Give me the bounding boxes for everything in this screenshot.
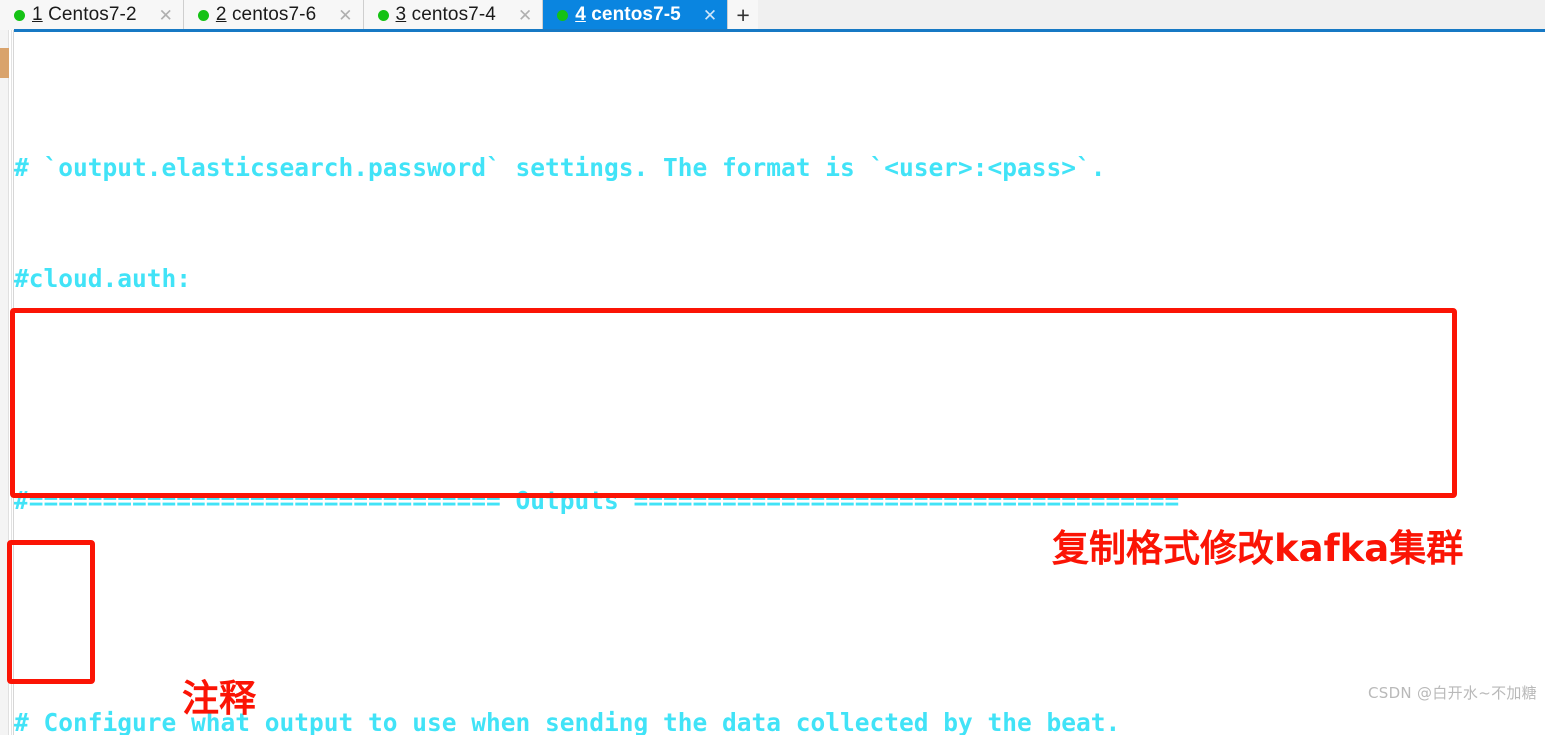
tab-bar: 1 Centos7-2 ✕ 2 centos7-6 ✕ 3 centos7-4 … (0, 0, 1545, 30)
tab-bar-filler (758, 0, 1545, 30)
terminal-window: 1 Centos7-2 ✕ 2 centos7-6 ✕ 3 centos7-4 … (0, 0, 1545, 735)
line-text: # Configure what output to use when send… (14, 708, 1121, 735)
tab-centos7-5[interactable]: 4 centos7-5 ✕ (543, 0, 729, 30)
annotation-label-comment: 注释 (182, 677, 256, 720)
connection-status-dot (557, 9, 569, 21)
tab-centos7-6[interactable]: 2 centos7-6 ✕ (183, 0, 364, 30)
vertical-scrollbar[interactable] (0, 30, 9, 735)
terminal-output[interactable]: # `output.elasticsearch.password` settin… (14, 32, 1545, 735)
line-text: #cloud.auth: (14, 264, 192, 293)
close-icon[interactable]: ✕ (155, 7, 177, 24)
tab-label: 3 centos7-4 (396, 4, 496, 26)
connection-status-dot (14, 9, 25, 21)
connection-status-dot (377, 9, 389, 21)
left-gutter (0, 30, 14, 735)
new-tab-button[interactable]: + (728, 0, 759, 30)
tab-title: Centos7-2 (48, 4, 137, 25)
gutter-divider (11, 30, 12, 735)
tab-index: 1 (32, 4, 43, 25)
tab-label: 1 Centos7-2 (32, 4, 137, 26)
tab-title: centos7-4 (411, 4, 496, 25)
tab-title: centos7-5 (591, 4, 681, 25)
line-text: #================================ Output… (14, 486, 1180, 515)
close-icon[interactable]: ✕ (514, 7, 536, 24)
tab-index: 4 (575, 4, 586, 25)
tab-centos7-2[interactable]: 1 Centos7-2 ✕ (0, 0, 184, 30)
connection-status-dot (197, 9, 209, 21)
tab-centos7-4[interactable]: 3 centos7-4 ✕ (363, 0, 544, 30)
tab-title: centos7-6 (231, 4, 317, 25)
tab-label: 2 centos7-6 (216, 4, 316, 26)
close-icon[interactable]: ✕ (699, 7, 721, 24)
scrollbar-thumb[interactable] (0, 48, 9, 78)
tab-index: 2 (215, 4, 227, 25)
tab-label: 4 centos7-5 (575, 4, 681, 26)
terminal-line: #cloud.auth: (14, 260, 1545, 297)
close-icon[interactable]: ✕ (334, 7, 356, 24)
annotation-label-kafka-cluster: 复制格式修改kafka集群 (1052, 527, 1464, 570)
tab-index: 3 (395, 4, 407, 25)
terminal-line: #================================ Output… (14, 482, 1545, 519)
watermark: CSDN @白开水~不加糖 (1367, 684, 1537, 702)
line-text: # `output.elasticsearch.password` settin… (14, 153, 1106, 182)
terminal-line: # `output.elasticsearch.password` settin… (14, 149, 1545, 186)
